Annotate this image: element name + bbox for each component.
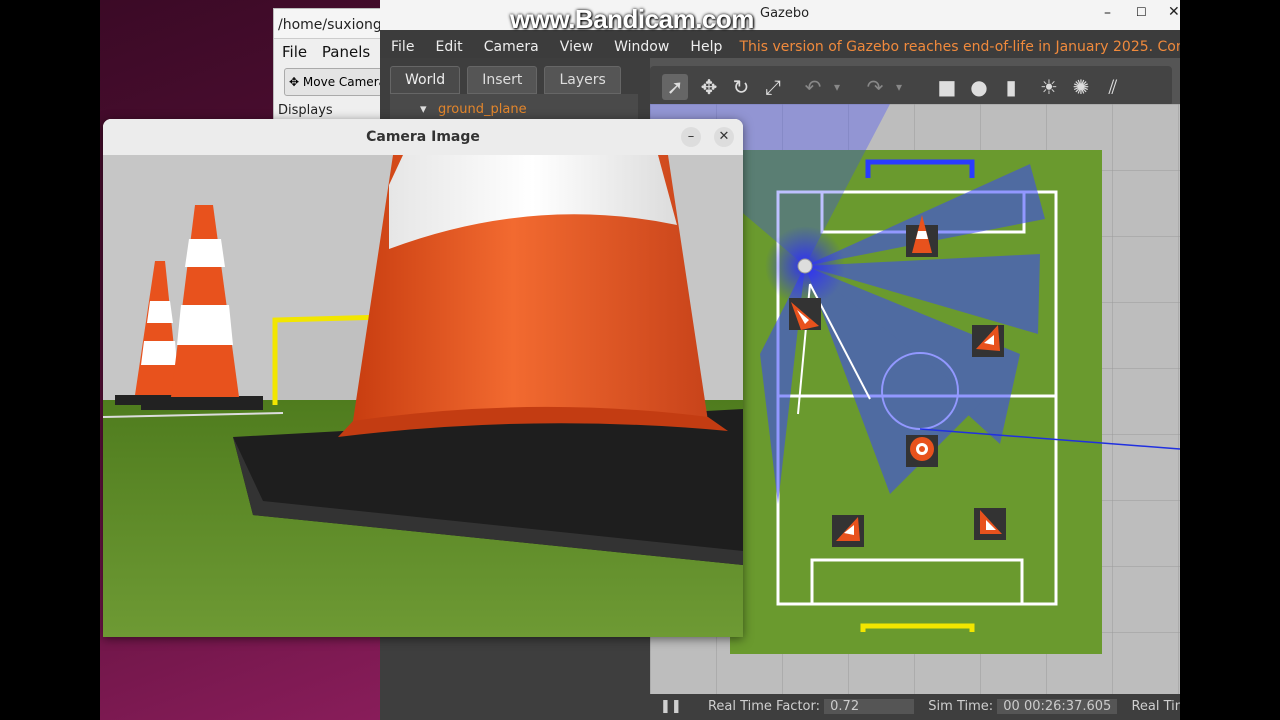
robot-marker — [797, 258, 813, 274]
gazebo-titlebar: Gazebo – ☐ ✕ — [380, 0, 1180, 30]
scale-icon[interactable]: ⤢ — [760, 74, 786, 100]
pause-icon[interactable]: ❚❚ — [660, 699, 682, 714]
gazebo-title: Gazebo — [760, 6, 810, 21]
spot-light-icon[interactable]: ✺ — [1068, 74, 1094, 100]
close-button[interactable]: ✕ — [1168, 4, 1180, 20]
gazebo-statusbar: ❚❚ Real Time Factor: 0.72 Sim Time: 00 0… — [650, 694, 1180, 720]
rtf-value: 0.72 — [824, 699, 915, 714]
bandicam-watermark: www.Bandicam.com — [510, 4, 754, 34]
move-camera-icon: ✥ — [289, 75, 300, 89]
gazebo-toolbar: ➚ ✥ ↻ ⤢ ↶ ▾ ↷ ▾ ■ ● ▮ ☀ ✺ ⫽ — [650, 66, 1172, 106]
camera-close-button[interactable]: ✕ — [714, 127, 734, 147]
redo-dropdown-icon[interactable]: ▾ — [886, 74, 912, 100]
select-arrow-icon[interactable]: ➚ — [662, 74, 688, 100]
camera-image — [103, 155, 743, 637]
sphere-shape-icon[interactable]: ● — [966, 74, 992, 100]
sim-time-value: 00 00:26:37.605 — [997, 699, 1118, 714]
camera-titlebar: Camera Image – ✕ — [103, 119, 743, 155]
rviz-menu-file[interactable]: File — [282, 43, 307, 61]
rtf-label: Real Time Factor: — [707, 699, 820, 714]
camera-render — [103, 155, 743, 637]
redo-icon[interactable]: ↷ — [862, 74, 888, 100]
eol-warning: This version of Gazebo reaches end-of-li… — [739, 39, 1180, 55]
camera-image-window: Camera Image – ✕ — [103, 119, 743, 637]
move-camera-label: Move Camera — [302, 75, 386, 89]
camera-minimize-button[interactable]: – — [681, 127, 701, 147]
gazebo-menubar: File Edit Camera View Window Help This v… — [380, 30, 1180, 58]
menu-camera[interactable]: Camera — [484, 39, 539, 55]
tree-item-ground-plane[interactable]: ground_plane — [438, 102, 527, 117]
cylinder-shape-icon[interactable]: ▮ — [998, 74, 1024, 100]
panel-tabs: World Insert Layers — [390, 66, 623, 94]
undo-dropdown-icon[interactable]: ▾ — [824, 74, 850, 100]
menu-view[interactable]: View — [560, 39, 593, 55]
undo-icon[interactable]: ↶ — [800, 74, 826, 100]
sim-time-label: Sim Time: — [928, 699, 994, 714]
tab-world[interactable]: World — [390, 66, 461, 94]
menu-edit[interactable]: Edit — [436, 39, 463, 55]
maximize-button[interactable]: ☐ — [1136, 5, 1147, 19]
box-shape-icon[interactable]: ■ — [934, 74, 960, 100]
rotate-icon[interactable]: ↻ — [728, 74, 754, 100]
translate-icon[interactable]: ✥ — [696, 74, 722, 100]
tab-layers[interactable]: Layers — [544, 66, 621, 94]
tab-insert[interactable]: Insert — [467, 66, 538, 94]
menu-help[interactable]: Help — [690, 39, 722, 55]
minimize-button[interactable]: – — [1104, 5, 1111, 21]
real-time-label: Real Time — [1131, 699, 1180, 714]
rviz-menu-panels[interactable]: Panels — [322, 43, 370, 61]
menu-window[interactable]: Window — [614, 39, 669, 55]
point-light-icon[interactable]: ☀ — [1036, 74, 1062, 100]
menu-file[interactable]: File — [391, 39, 414, 55]
camera-window-title: Camera Image — [366, 129, 480, 145]
directional-light-icon[interactable]: ⫽ — [1100, 74, 1126, 100]
desktop: /home/suxiong File Panels ✥ Move Camera … — [100, 0, 1180, 720]
tree-expand-icon[interactable]: ▾ — [420, 102, 427, 117]
